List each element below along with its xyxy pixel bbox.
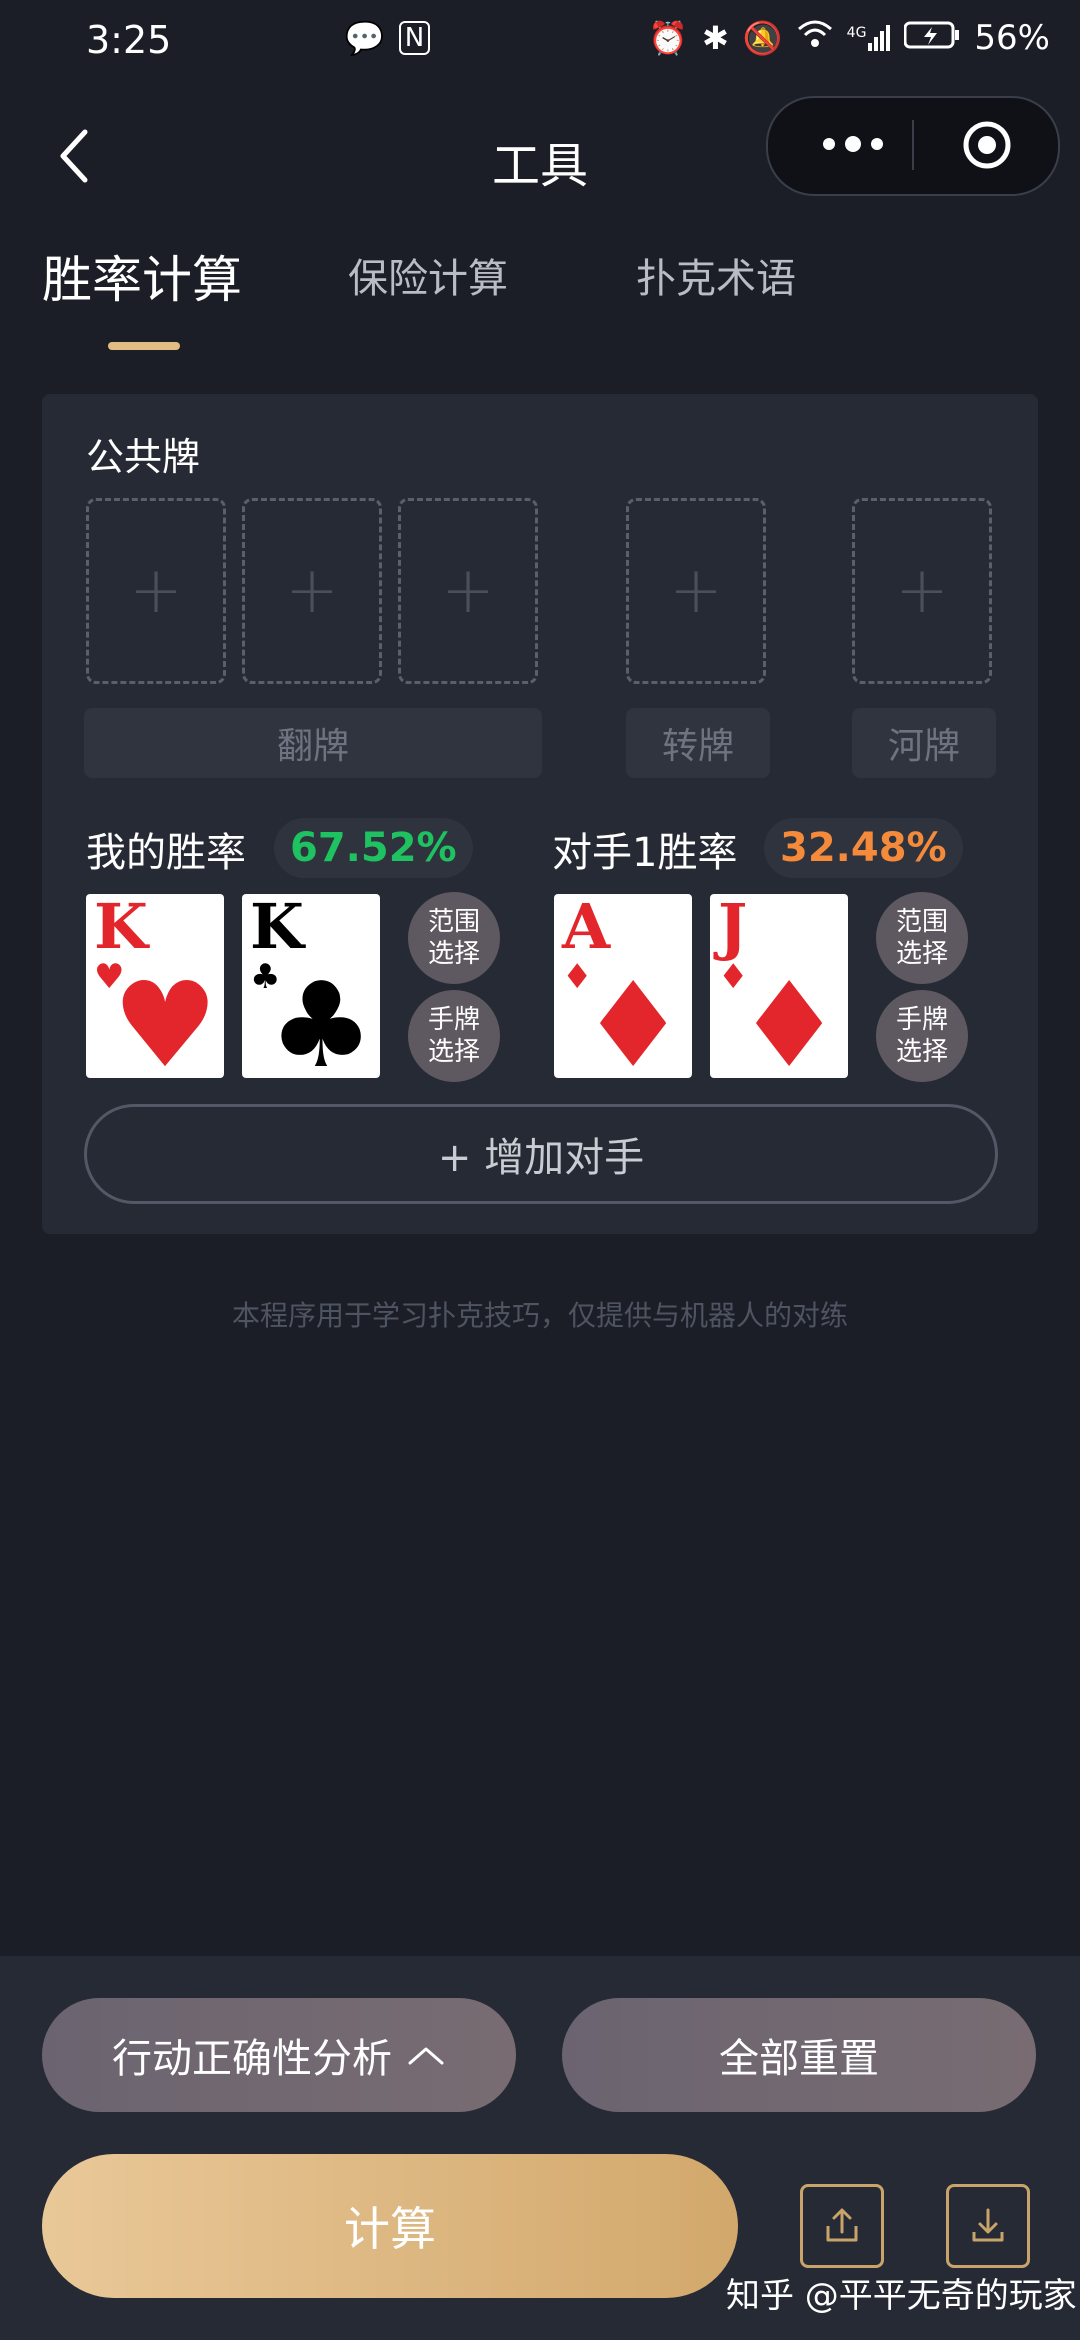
add-opponent-button[interactable]: + 增加对手: [84, 1104, 998, 1204]
more-button[interactable]: [808, 124, 898, 164]
button-label: 选择: [427, 1037, 480, 1067]
network-type: 4G: [846, 25, 867, 41]
tab-win-rate[interactable]: 胜率计算: [42, 240, 242, 312]
action-analysis-button[interactable]: 行动正确性分析: [42, 1998, 516, 2112]
opponent-hand-select-button[interactable]: 手牌 选择: [876, 990, 968, 1082]
bluetooth-icon: ✱: [702, 19, 729, 57]
card-rank: K: [250, 894, 304, 963]
opponent-range-select-button[interactable]: 范围 选择: [876, 892, 968, 984]
download-icon: [972, 2208, 1004, 2242]
heart-suit-icon: ♥: [112, 956, 218, 1078]
opponent-win-rate-value: 32.48%: [764, 818, 963, 878]
alarm-icon: ⏰: [648, 19, 688, 57]
flop-card-slot-3[interactable]: +: [398, 498, 538, 684]
diamond-suit-icon: ♦: [736, 956, 842, 1078]
status-icons: 💬 N ⏰ ✱ 🔕 4G 56%: [345, 18, 1050, 58]
river-button[interactable]: 河牌: [852, 708, 996, 778]
diamond-suit-icon: ♦: [580, 956, 686, 1078]
reset-all-button[interactable]: 全部重置: [562, 1998, 1036, 2112]
chat-bubble-icon: 💬: [344, 19, 385, 57]
mute-icon: 🔕: [742, 19, 783, 57]
my-win-rate-value: 67.52%: [274, 818, 473, 878]
close-target-icon[interactable]: [962, 120, 1012, 170]
opponent-card-1[interactable]: A ♦ ♦: [554, 894, 692, 1078]
action-analysis-label: 行动正确性分析: [112, 2036, 392, 2082]
turn-card-slot[interactable]: +: [626, 498, 766, 684]
flop-button[interactable]: 翻牌: [84, 708, 542, 778]
my-hand-select-button[interactable]: 手牌 选择: [408, 990, 500, 1082]
share-icon: [826, 2208, 858, 2242]
flop-card-slot-1[interactable]: +: [86, 498, 226, 684]
nfc-icon: N: [398, 21, 431, 55]
signal-4g-icon: 4G: [847, 25, 891, 51]
river-card-slot[interactable]: +: [852, 498, 992, 684]
card-rank: A: [562, 894, 611, 963]
active-tab-indicator: [108, 342, 180, 350]
my-card-2[interactable]: K ♣ ♣: [242, 894, 380, 1078]
download-button[interactable]: [946, 2184, 1030, 2268]
tab-insurance[interactable]: 保险计算: [348, 246, 508, 304]
share-button[interactable]: [800, 2184, 884, 2268]
battery-percent: 56%: [974, 18, 1050, 58]
club-suit-icon: ♣: [268, 956, 374, 1078]
capsule-divider: [912, 120, 914, 170]
button-label: 范围: [895, 907, 948, 937]
watermark: 知乎 @平平无奇的玩家: [726, 2276, 1077, 2316]
card-rank: K: [94, 894, 148, 963]
my-range-select-button[interactable]: 范围 选择: [408, 892, 500, 984]
wifi-icon: [797, 19, 833, 57]
chevron-up-icon: [408, 2047, 444, 2065]
opponent-win-rate-label: 对手1胜率: [552, 830, 738, 876]
card-rank: J: [718, 894, 748, 963]
status-time: 3:25: [86, 18, 172, 62]
button-label: 选择: [895, 939, 948, 969]
disclaimer-text: 本程序用于学习扑克技巧，仅提供与机器人的对练: [231, 1299, 848, 1332]
button-label: 范围: [427, 907, 480, 937]
button-label: 选择: [427, 939, 480, 969]
button-label: 手牌: [895, 1005, 948, 1035]
turn-button[interactable]: 转牌: [626, 708, 770, 778]
more-dot-icon: [845, 136, 861, 152]
battery-icon: [903, 19, 960, 57]
calculate-button[interactable]: 计算: [42, 2154, 738, 2298]
mini-program-capsule: [766, 96, 1060, 196]
button-label: 选择: [895, 1037, 948, 1067]
button-label: 手牌: [427, 1005, 480, 1035]
flop-card-slot-2[interactable]: +: [242, 498, 382, 684]
tab-poker-terms[interactable]: 扑克术语: [636, 246, 796, 304]
my-card-1[interactable]: K ♥ ♥: [86, 894, 224, 1078]
opponent-card-2[interactable]: J ♦ ♦: [710, 894, 848, 1078]
my-win-rate-label: 我的胜率: [86, 830, 246, 876]
more-dot-icon: [823, 138, 835, 150]
board-label: 公共牌: [86, 435, 201, 479]
more-dot-icon: [871, 138, 883, 150]
